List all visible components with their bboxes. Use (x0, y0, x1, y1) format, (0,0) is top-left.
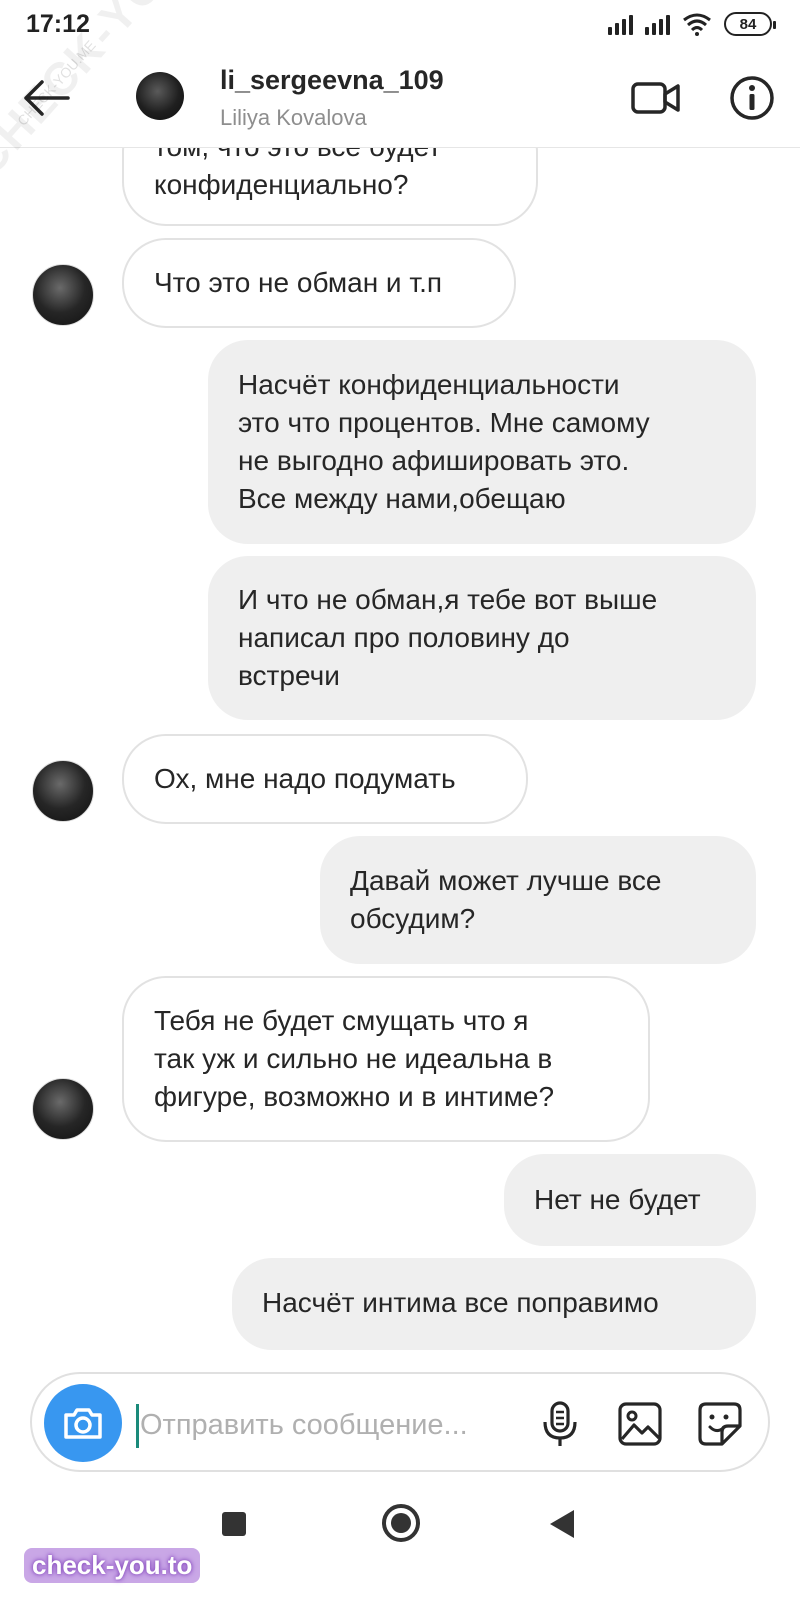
chat-header: li_sergeevna_109 Liliya Kovalova (0, 50, 800, 148)
header-full-name: Liliya Kovalova (220, 105, 367, 130)
avatar[interactable] (136, 72, 184, 120)
header-username[interactable]: li_sergeevna_109 (220, 65, 444, 96)
battery-indicator: 84 (724, 12, 776, 36)
voice-message-button[interactable] (532, 1396, 588, 1452)
message-bubble-outgoing[interactable]: И что не обман,я тебе вот выше написал п… (208, 556, 756, 720)
signal-icon-secondary (645, 13, 670, 35)
microphone-icon (543, 1401, 577, 1446)
watermark-corner: check-you.to (24, 1548, 201, 1583)
message-bubble-outgoing[interactable]: Насчёт конфиденциальности это что процен… (208, 340, 756, 544)
message-bubble-incoming[interactable]: том, что это все будет конфиденциально? (122, 148, 538, 226)
gallery-button[interactable] (612, 1396, 668, 1452)
camera-button[interactable] (44, 1384, 122, 1462)
avatar[interactable] (32, 760, 94, 822)
system-back-button[interactable] (550, 1510, 574, 1538)
signal-icon (608, 13, 633, 35)
avatar[interactable] (32, 1078, 94, 1140)
arrow-left-icon (24, 80, 70, 116)
sticker-icon (698, 1402, 742, 1446)
camera-icon (64, 1408, 102, 1439)
info-button[interactable] (726, 72, 778, 124)
message-input[interactable] (140, 1400, 530, 1450)
sticker-button[interactable] (692, 1396, 748, 1452)
message-bubble-outgoing[interactable]: Насчёт интима все поправимо (232, 1258, 756, 1350)
status-time: 17:12 (26, 10, 90, 38)
status-bar: 17:12 84 (0, 0, 800, 50)
status-icons: 84 (608, 12, 776, 36)
message-bubble-outgoing[interactable]: Нет не будет (504, 1154, 756, 1246)
text-cursor (136, 1404, 139, 1448)
avatar[interactable] (32, 264, 94, 326)
message-thread[interactable]: том, что это все будет конфиденциально? … (0, 148, 800, 1358)
video-call-button[interactable] (628, 74, 684, 122)
message-bubble-incoming[interactable]: Ох, мне надо подумать (122, 734, 528, 824)
recents-button[interactable] (222, 1512, 246, 1536)
wifi-icon (683, 13, 711, 36)
info-icon (730, 76, 774, 120)
image-icon (618, 1402, 662, 1446)
message-bubble-incoming[interactable]: Тебя не будет смущать что я так уж и сил… (122, 976, 650, 1142)
video-camera-icon (631, 82, 680, 114)
message-bubble-outgoing[interactable]: Давай может лучше все обсудим? (320, 836, 756, 964)
message-composer (30, 1372, 770, 1472)
message-bubble-incoming[interactable]: Что это не обман и т.п (122, 238, 516, 328)
back-button[interactable] (18, 72, 74, 124)
home-button[interactable] (382, 1504, 420, 1542)
